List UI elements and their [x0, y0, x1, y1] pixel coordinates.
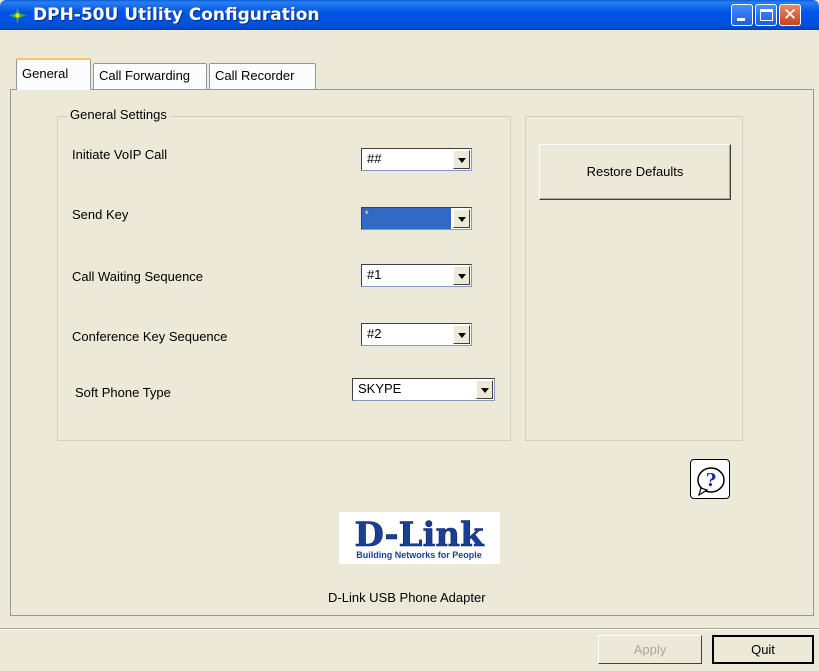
minimize-button[interactable] [731, 4, 753, 26]
chevron-down-icon[interactable] [476, 380, 493, 399]
maximize-button[interactable] [755, 4, 777, 26]
chevron-down-icon[interactable] [453, 209, 470, 228]
tab-general[interactable]: General [16, 58, 91, 90]
call-waiting-sequence-value: #1 [367, 267, 382, 282]
close-button[interactable]: ✕ [779, 4, 801, 26]
quit-button[interactable]: Quit [712, 635, 814, 664]
help-button[interactable]: ? [690, 459, 730, 499]
soft-phone-type-select[interactable]: SKYPE [352, 378, 495, 401]
chevron-down-icon[interactable] [453, 150, 470, 169]
window-title: DPH-50U Utility Configuration [33, 5, 320, 25]
question-mark-icon: ? [697, 467, 725, 497]
minimize-icon [737, 18, 745, 21]
call-waiting-sequence-select[interactable]: #1 [361, 264, 472, 287]
conference-key-sequence-value: #2 [367, 326, 382, 341]
chevron-down-icon[interactable] [453, 266, 470, 285]
chevron-down-icon[interactable] [453, 325, 470, 344]
apply-button[interactable]: Apply [598, 635, 702, 664]
initiate-voip-call-select[interactable]: ## [361, 148, 472, 171]
tab-call-forwarding[interactable]: Call Forwarding [93, 63, 207, 89]
restore-defaults-button[interactable]: Restore Defaults [539, 144, 731, 200]
bottom-separator [0, 628, 819, 630]
conference-key-sequence-select[interactable]: #2 [361, 323, 472, 346]
send-key-value: * [362, 208, 451, 229]
maximize-icon [760, 9, 773, 21]
send-key-select[interactable]: * [361, 207, 472, 230]
dlink-app-icon [9, 7, 26, 24]
initiate-voip-call-value: ## [367, 151, 382, 166]
soft-phone-type-value: SKYPE [358, 381, 402, 396]
svg-text:?: ? [706, 470, 717, 491]
tab-call-recorder[interactable]: Call Recorder [209, 63, 316, 89]
close-icon: ✕ [782, 5, 798, 25]
title-bar[interactable]: DPH-50U Utility Configuration ✕ [0, 0, 819, 30]
